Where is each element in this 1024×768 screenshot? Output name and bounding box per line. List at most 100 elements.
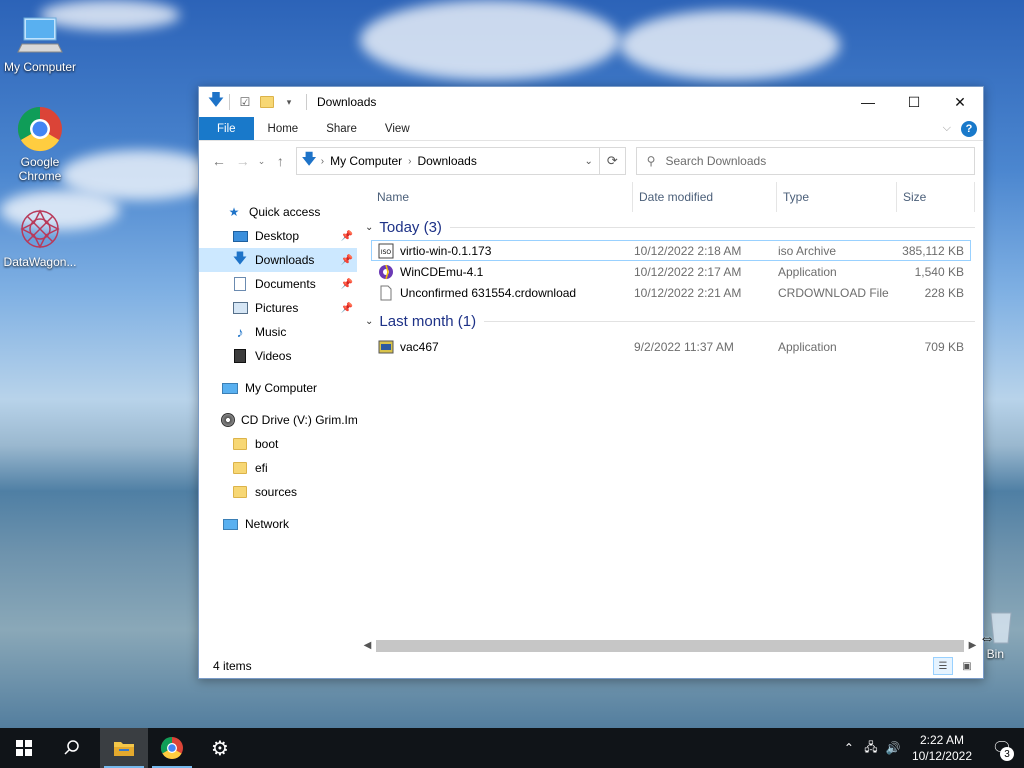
close-button[interactable]: ✕: [937, 87, 983, 117]
volume-icon[interactable]: 🔊: [882, 741, 904, 755]
desktop-icon-chrome[interactable]: Google Chrome: [0, 105, 80, 183]
tab-share[interactable]: Share: [312, 117, 371, 140]
address-history-chevron-icon[interactable]: ⌄: [584, 156, 592, 167]
title-bar[interactable]: 🡇 ☑ ▾ Downloads — ☐ ✕: [199, 87, 983, 117]
back-arrow-icon[interactable]: ←: [207, 149, 231, 173]
gear-icon: ⚙: [211, 737, 229, 760]
collapse-chevron-icon[interactable]: ⌄: [365, 222, 373, 233]
group-divider: [449, 226, 975, 228]
file-name: Unconfirmed 631554.crdownload: [400, 285, 577, 300]
pin-icon[interactable]: 📌: [341, 255, 353, 266]
pin-icon[interactable]: 📌: [341, 303, 353, 314]
scrollbar-thumb[interactable]: [376, 639, 964, 652]
file-row[interactable]: vac467 9/2/2022 11:37 AM Application 709…: [371, 336, 971, 357]
clock[interactable]: 2:22 AM 10/12/2022: [904, 732, 980, 764]
address-bar[interactable]: 🡇 › My Computer › Downloads ⌄: [296, 147, 600, 175]
chrome-icon: [160, 737, 183, 760]
file-name: vac467: [400, 339, 439, 354]
divider: [306, 94, 307, 110]
horizontal-scrollbar[interactable]: ◀ ▶: [359, 637, 981, 654]
tab-home[interactable]: Home: [254, 117, 313, 140]
sidebar-item-documents[interactable]: Documents 📌: [199, 272, 357, 296]
minimize-button[interactable]: —: [845, 87, 891, 117]
sidebar-item-my-computer[interactable]: My Computer: [199, 376, 357, 400]
recent-locations-chevron-icon[interactable]: ⌄: [255, 149, 269, 173]
desktop-icon-datawagon[interactable]: DataWagon...: [0, 205, 80, 269]
tab-file[interactable]: File: [199, 117, 254, 140]
refresh-button[interactable]: ⟳: [599, 147, 626, 175]
scroll-left-arrow-icon[interactable]: ◀: [359, 640, 376, 651]
file-type: CRDOWNLOAD File: [778, 285, 889, 300]
show-hidden-icons-chevron-icon[interactable]: ⌃: [838, 741, 860, 755]
file-size: 228 KB: [924, 285, 964, 300]
tab-view[interactable]: View: [371, 117, 424, 140]
column-headers: Name Date modified Type Size: [359, 182, 975, 212]
collapse-chevron-icon[interactable]: ⌄: [365, 316, 373, 327]
file-list: Name Date modified Type Size ⌄ Today (3)…: [359, 182, 975, 654]
expand-ribbon-chevron-icon[interactable]: ⌵: [943, 122, 951, 135]
sidebar-item-network[interactable]: Network: [199, 512, 357, 536]
sidebar-item-quick-access[interactable]: ★ Quick access: [199, 200, 357, 224]
computer-icon: [221, 380, 239, 396]
taskbar-chrome[interactable]: [148, 728, 196, 768]
search-button[interactable]: [48, 728, 96, 768]
sidebar-item-boot[interactable]: boot: [199, 432, 357, 456]
file-date: 10/12/2022 2:17 AM: [634, 264, 742, 279]
divider: [229, 94, 230, 110]
group-header-today[interactable]: ⌄ Today (3): [359, 214, 975, 240]
sidebar-item-label: Downloads: [255, 253, 315, 267]
breadcrumb-downloads[interactable]: Downloads: [411, 154, 482, 168]
column-header-size[interactable]: Size: [897, 182, 975, 212]
details-view-icon[interactable]: ☰: [933, 657, 953, 675]
column-header-name[interactable]: Name: [371, 182, 633, 212]
chrome-icon: [16, 105, 64, 153]
file-row[interactable]: ISO virtio-win-0.1.173 10/12/2022 2:18 A…: [371, 240, 971, 261]
file-date: 10/12/2022 2:21 AM: [634, 285, 742, 300]
file-type: Application: [778, 264, 837, 279]
download-arrow-icon[interactable]: 🡇: [207, 92, 225, 111]
maximize-button[interactable]: ☐: [891, 87, 937, 117]
network-icon[interactable]: 🖧: [860, 738, 882, 759]
search-placeholder: Search Downloads: [665, 154, 767, 168]
pin-icon[interactable]: 📌: [341, 231, 353, 242]
properties-icon[interactable]: ☑: [236, 93, 254, 111]
sidebar-item-videos[interactable]: Videos: [199, 344, 357, 368]
clock-date: 10/12/2022: [911, 749, 972, 763]
start-button[interactable]: [0, 728, 48, 768]
sidebar-item-desktop[interactable]: Desktop 📌: [199, 224, 357, 248]
sidebar-item-sources[interactable]: sources: [199, 480, 357, 504]
breadcrumb-my-computer[interactable]: My Computer: [324, 154, 408, 168]
sidebar-item-label: Desktop: [255, 229, 300, 243]
new-folder-icon[interactable]: [258, 93, 276, 111]
sidebar-item-cd-drive[interactable]: CD Drive (V:) Grim.Im: [199, 408, 357, 432]
group-header-last-month[interactable]: ⌄ Last month (1): [359, 308, 975, 334]
pin-icon[interactable]: 📌: [341, 279, 353, 290]
clock-time: 2:22 AM: [919, 733, 964, 747]
blank-file-icon: [378, 285, 394, 301]
forward-arrow-icon[interactable]: →: [231, 149, 255, 173]
column-header-date-modified[interactable]: Date modified: [633, 182, 777, 212]
quick-access-dropdown-icon[interactable]: ▾: [280, 93, 298, 111]
desktop-icon-my-computer[interactable]: My Computer: [0, 10, 80, 74]
file-name: WinCDEmu-4.1: [400, 264, 484, 279]
system-tray: ⌃ 🖧 🔊 2:22 AM 10/12/2022 🗨 3: [838, 728, 1024, 768]
file-row[interactable]: Unconfirmed 631554.crdownload 10/12/2022…: [371, 282, 971, 303]
file-type: Application: [778, 339, 837, 354]
up-arrow-icon[interactable]: ↑: [269, 149, 293, 173]
action-center-button[interactable]: 🗨 3: [980, 728, 1024, 768]
desktop-icon-label: DataWagon...: [3, 255, 77, 269]
folder-icon: [231, 484, 249, 500]
search-input[interactable]: ⚲ Search Downloads: [635, 147, 976, 175]
sidebar-item-downloads[interactable]: 🡇 Downloads 📌: [199, 248, 357, 272]
file-row[interactable]: WinCDEmu-4.1 10/12/2022 2:17 AM Applicat…: [371, 261, 971, 282]
taskbar-settings[interactable]: ⚙: [196, 728, 244, 768]
column-header-type[interactable]: Type: [777, 182, 897, 212]
help-icon[interactable]: ?: [961, 120, 977, 137]
music-folder-icon: ♪: [236, 324, 244, 340]
sidebar-item-efi[interactable]: efi: [199, 456, 357, 480]
taskbar-file-explorer[interactable]: [100, 728, 148, 768]
file-explorer-icon: [114, 742, 134, 756]
sidebar-item-pictures[interactable]: Pictures 📌: [199, 296, 357, 320]
large-icons-view-icon[interactable]: ▣: [957, 657, 977, 675]
sidebar-item-music[interactable]: ♪ Music: [199, 320, 357, 344]
